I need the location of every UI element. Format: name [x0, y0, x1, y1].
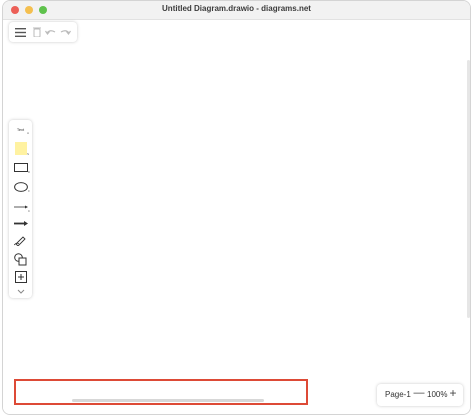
- line-tool[interactable]: C: [11, 201, 30, 213]
- trash-icon: [32, 27, 41, 37]
- note-shortcut: S: [26, 152, 29, 156]
- ellipse-tool[interactable]: F: [11, 180, 30, 193]
- undo-button[interactable]: [44, 26, 57, 38]
- zoom-level[interactable]: 100%: [427, 390, 447, 399]
- sticky-note-icon: [14, 141, 27, 155]
- insert-tool[interactable]: [11, 270, 30, 284]
- top-toolbar: [9, 22, 77, 42]
- more-shapes-button[interactable]: [11, 286, 30, 296]
- chevron-down-icon: [17, 289, 24, 294]
- text-tool-label: Text: [16, 126, 25, 132]
- page-selector[interactable]: Page-1: [385, 390, 411, 399]
- rectangle-icon: [13, 163, 28, 172]
- ellipse-shortcut: F: [28, 189, 30, 193]
- shapes-tool[interactable]: [11, 252, 30, 266]
- rectangle-tool[interactable]: D: [11, 161, 30, 174]
- pencil-icon: [14, 236, 26, 246]
- window-title: Untitled Diagram.drawio - diagrams.net: [162, 4, 311, 13]
- redo-button[interactable]: [59, 26, 72, 38]
- text-shortcut: A: [26, 131, 29, 135]
- line-shortcut: C: [27, 209, 30, 213]
- thick-arrow-icon: [13, 220, 28, 226]
- delete-button[interactable]: [30, 26, 43, 38]
- connector-tool[interactable]: [11, 218, 30, 228]
- shapes-icon: [14, 252, 27, 265]
- diagram-canvas[interactable]: Text A S D F C Page-1 — 100% +: [3, 20, 470, 414]
- freehand-tool[interactable]: [11, 233, 30, 247]
- menu-button[interactable]: [14, 26, 27, 38]
- zoom-out-button[interactable]: —: [413, 387, 425, 403]
- plus-square-icon: [14, 271, 27, 283]
- redo-icon: [60, 30, 71, 36]
- highlight-box: [14, 379, 308, 405]
- undo-icon: [45, 30, 56, 36]
- text-tool[interactable]: Text A: [11, 122, 30, 136]
- zoom-controls: Page-1 — 100% +: [377, 384, 463, 406]
- rectangle-shortcut: D: [27, 170, 30, 174]
- zoom-in-button[interactable]: +: [447, 386, 459, 402]
- sticky-note-tool[interactable]: S: [11, 140, 30, 156]
- line-arrow-icon: [13, 205, 28, 209]
- app-window: Untitled Diagram.drawio - diagrams.net T…: [2, 0, 471, 415]
- title-bar: Untitled Diagram.drawio - diagrams.net: [3, 1, 470, 20]
- vertical-scrollbar[interactable]: [467, 60, 470, 318]
- hamburger-menu-icon: [15, 27, 26, 37]
- shapes-panel: Text A S D F C: [9, 120, 32, 298]
- ellipse-icon: [13, 181, 28, 192]
